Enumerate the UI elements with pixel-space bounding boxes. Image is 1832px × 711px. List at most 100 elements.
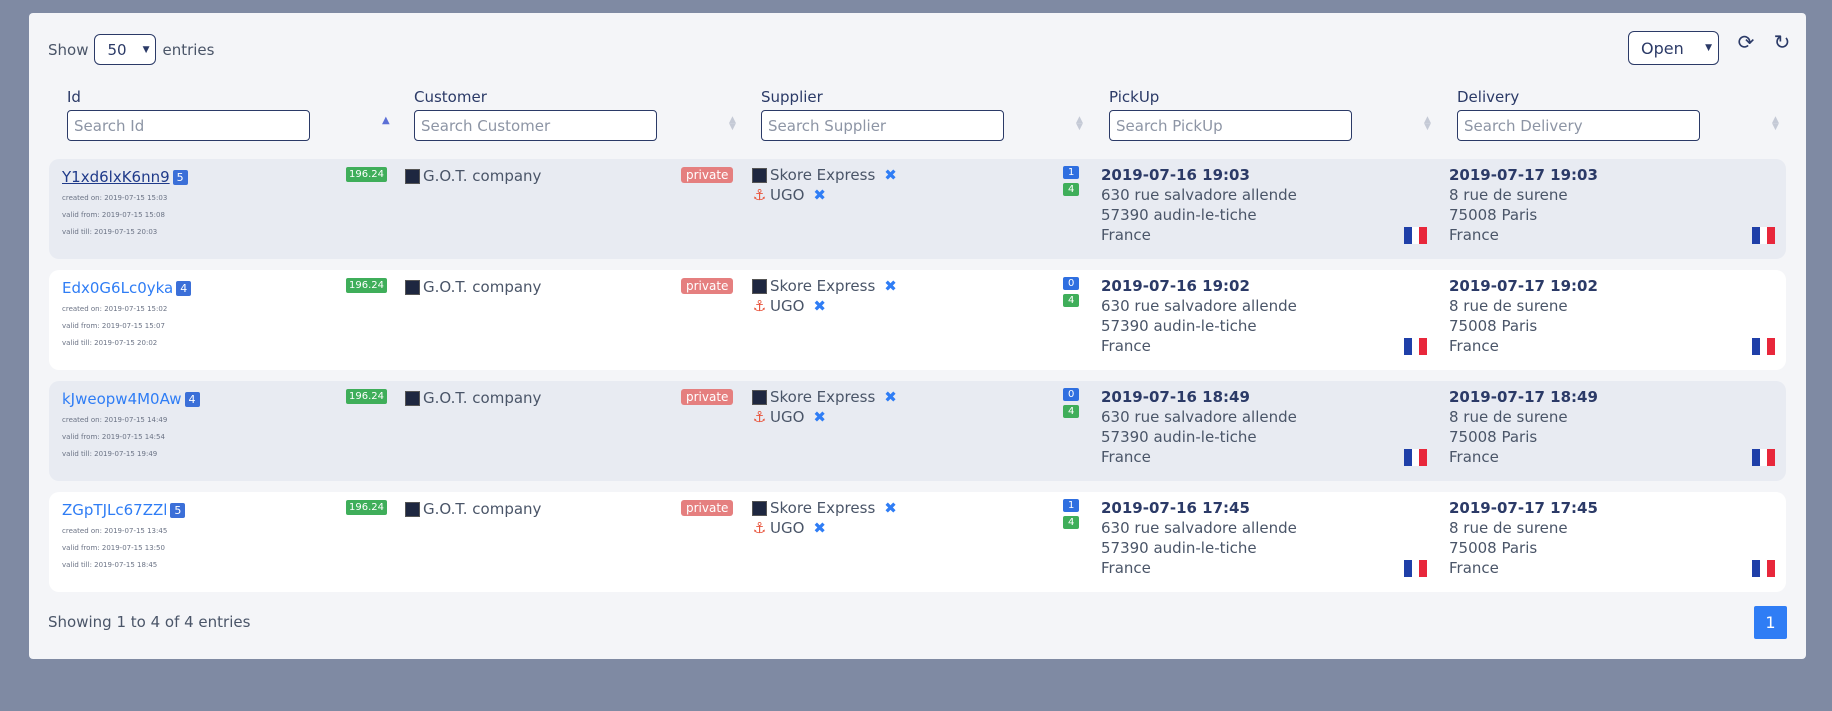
skore-express-logo-icon	[752, 389, 767, 405]
table-info: Showing 1 to 4 of 4 entries	[48, 613, 251, 631]
supplier-cell: Skore Express ✖ ⚓ UGO ✖	[752, 387, 897, 427]
show-label: Show	[48, 40, 89, 59]
delivery-datetime: 2019-07-17 19:03	[1449, 166, 1598, 184]
france-flag-icon	[1752, 449, 1776, 466]
column-title-supplier: Supplier	[761, 88, 823, 106]
page-length-select[interactable]: 50 ▼	[94, 34, 157, 65]
sort-icon[interactable]: ▲ ▼	[1424, 116, 1431, 132]
company-logo-icon	[405, 501, 420, 517]
search-pickup-input[interactable]	[1109, 110, 1352, 141]
created-on-text: created on: 2019-07-15 14:49	[62, 416, 168, 424]
pickup-cell: 2019-07-16 19:03 630 rue salvadore allen…	[1101, 165, 1297, 245]
france-flag-icon	[1752, 560, 1776, 577]
table-row[interactable]: kJweopw4M0Aw 4 created on: 2019-07-15 14:…	[49, 381, 1786, 481]
price-badge: 196.24	[346, 278, 387, 293]
pickup-street: 630 rue salvadore allende	[1101, 297, 1297, 315]
remove-supplier-icon[interactable]: ✖	[884, 166, 897, 184]
sort-icon[interactable]: ▲ ▼	[729, 116, 736, 132]
column-header-customer: Customer	[414, 88, 657, 141]
remove-supplier-icon[interactable]: ✖	[884, 499, 897, 517]
pickup-street: 630 rue salvadore allende	[1101, 408, 1297, 426]
price-badge: 196.24	[346, 500, 387, 515]
ugo-logo-icon: ⚓	[752, 297, 767, 315]
delivery-city: 75008 Paris	[1449, 428, 1538, 446]
status-filter-select[interactable]: Open ▼	[1628, 31, 1719, 65]
page-length-value: 50	[107, 40, 127, 59]
ugo-logo-icon: ⚓	[752, 408, 767, 426]
column-header-pickup: PickUp	[1109, 88, 1352, 141]
search-delivery-input[interactable]	[1457, 110, 1700, 141]
order-id-link[interactable]: ZGpTJLc67ZZl	[62, 501, 167, 519]
valid-from-text: valid from: 2019-07-15 15:08	[62, 211, 165, 219]
supplier-count-badge: 0	[1063, 388, 1080, 401]
search-customer-input[interactable]	[414, 110, 657, 141]
length-menu: Show 50 ▼ entries	[48, 34, 214, 65]
supplier-item: Skore Express ✖	[752, 387, 897, 407]
table-row[interactable]: Y1xd6lxK6nn9 5 created on: 2019-07-15 15:…	[49, 159, 1786, 259]
pickup-cell: 2019-07-16 19:02 630 rue salvadore allen…	[1101, 276, 1297, 356]
column-title-customer: Customer	[414, 88, 487, 106]
delivery-datetime: 2019-07-17 17:45	[1449, 499, 1598, 517]
offer-count-badge: 4	[1063, 405, 1080, 418]
order-id-link[interactable]: Edx0G6Lc0yka	[62, 279, 173, 297]
supplier-item: Skore Express ✖	[752, 276, 897, 296]
pickup-city: 57390 audin-le-tiche	[1101, 428, 1257, 446]
search-id-input[interactable]	[67, 110, 310, 141]
delivery-street: 8 rue de surene	[1449, 408, 1568, 426]
column-header-id: Id	[67, 88, 310, 141]
order-id-link[interactable]: kJweopw4M0Aw	[62, 390, 182, 408]
pickup-cell: 2019-07-16 17:45 630 rue salvadore allen…	[1101, 498, 1297, 578]
remove-supplier-icon[interactable]: ✖	[813, 186, 826, 204]
sort-asc-icon[interactable]: ▲	[382, 116, 390, 126]
france-flag-icon	[1404, 449, 1428, 466]
remove-supplier-icon[interactable]: ✖	[813, 408, 826, 426]
pickup-city: 57390 audin-le-tiche	[1101, 317, 1257, 335]
remove-supplier-icon[interactable]: ✖	[884, 277, 897, 295]
order-id-link[interactable]: Y1xd6lxK6nn9	[62, 168, 170, 186]
offer-count-badge: 4	[1063, 294, 1080, 307]
status-filter-value: Open	[1641, 38, 1684, 58]
delivery-street: 8 rue de surene	[1449, 297, 1568, 315]
id-cell: Edx0G6Lc0yka 4 created on: 2019-07-15 15:…	[62, 278, 192, 348]
table-row[interactable]: Edx0G6Lc0yka 4 created on: 2019-07-15 15:…	[49, 270, 1786, 370]
id-cell: ZGpTJLc67ZZl 5 created on: 2019-07-15 13:…	[62, 500, 186, 570]
supplier-cell: Skore Express ✖ ⚓ UGO ✖	[752, 498, 897, 538]
skore-express-logo-icon	[752, 278, 767, 294]
remove-supplier-icon[interactable]: ✖	[884, 388, 897, 406]
supplier-name: UGO	[770, 408, 805, 426]
ugo-logo-icon: ⚓	[752, 519, 767, 537]
ugo-logo-icon: ⚓	[752, 186, 767, 204]
delivery-cell: 2019-07-17 19:03 8 rue de surene 75008 P…	[1449, 165, 1598, 245]
remove-supplier-icon[interactable]: ✖	[813, 297, 826, 315]
search-supplier-input[interactable]	[761, 110, 1004, 141]
refresh-sync-icon[interactable]: ⟳	[1735, 31, 1757, 53]
created-on-text: created on: 2019-07-15 15:02	[62, 305, 168, 313]
company-logo-icon	[405, 390, 420, 406]
supplier-item: ⚓ UGO ✖	[752, 296, 897, 316]
delivery-country: France	[1449, 448, 1499, 466]
pickup-country: France	[1101, 337, 1151, 355]
count-badge: 5	[170, 503, 186, 518]
delivery-city: 75008 Paris	[1449, 206, 1538, 224]
customer-name: G.O.T. company	[423, 389, 542, 407]
remove-supplier-icon[interactable]: ✖	[813, 519, 826, 537]
pickup-country: France	[1101, 226, 1151, 244]
pagination-page-1[interactable]: 1	[1754, 606, 1787, 639]
count-badge: 5	[172, 170, 188, 185]
france-flag-icon	[1404, 338, 1428, 355]
private-badge: private	[681, 278, 734, 294]
sort-icon[interactable]: ▲ ▼	[1076, 116, 1083, 132]
sort-icon[interactable]: ▲ ▼	[1772, 116, 1779, 132]
entries-label: entries	[162, 40, 215, 59]
chevron-down-icon: ▼	[1705, 43, 1712, 53]
customer-name: G.O.T. company	[423, 167, 542, 185]
supplier-name: Skore Express	[770, 277, 876, 295]
reload-icon[interactable]: ↻	[1771, 31, 1793, 53]
valid-till-text: valid till: 2019-07-15 20:02	[62, 339, 158, 347]
delivery-cell: 2019-07-17 18:49 8 rue de surene 75008 P…	[1449, 387, 1598, 467]
supplier-cell: Skore Express ✖ ⚓ UGO ✖	[752, 276, 897, 316]
pickup-country: France	[1101, 559, 1151, 577]
table-row[interactable]: ZGpTJLc67ZZl 5 created on: 2019-07-15 13:…	[49, 492, 1786, 592]
customer-name: G.O.T. company	[423, 278, 542, 296]
pickup-city: 57390 audin-le-tiche	[1101, 206, 1257, 224]
